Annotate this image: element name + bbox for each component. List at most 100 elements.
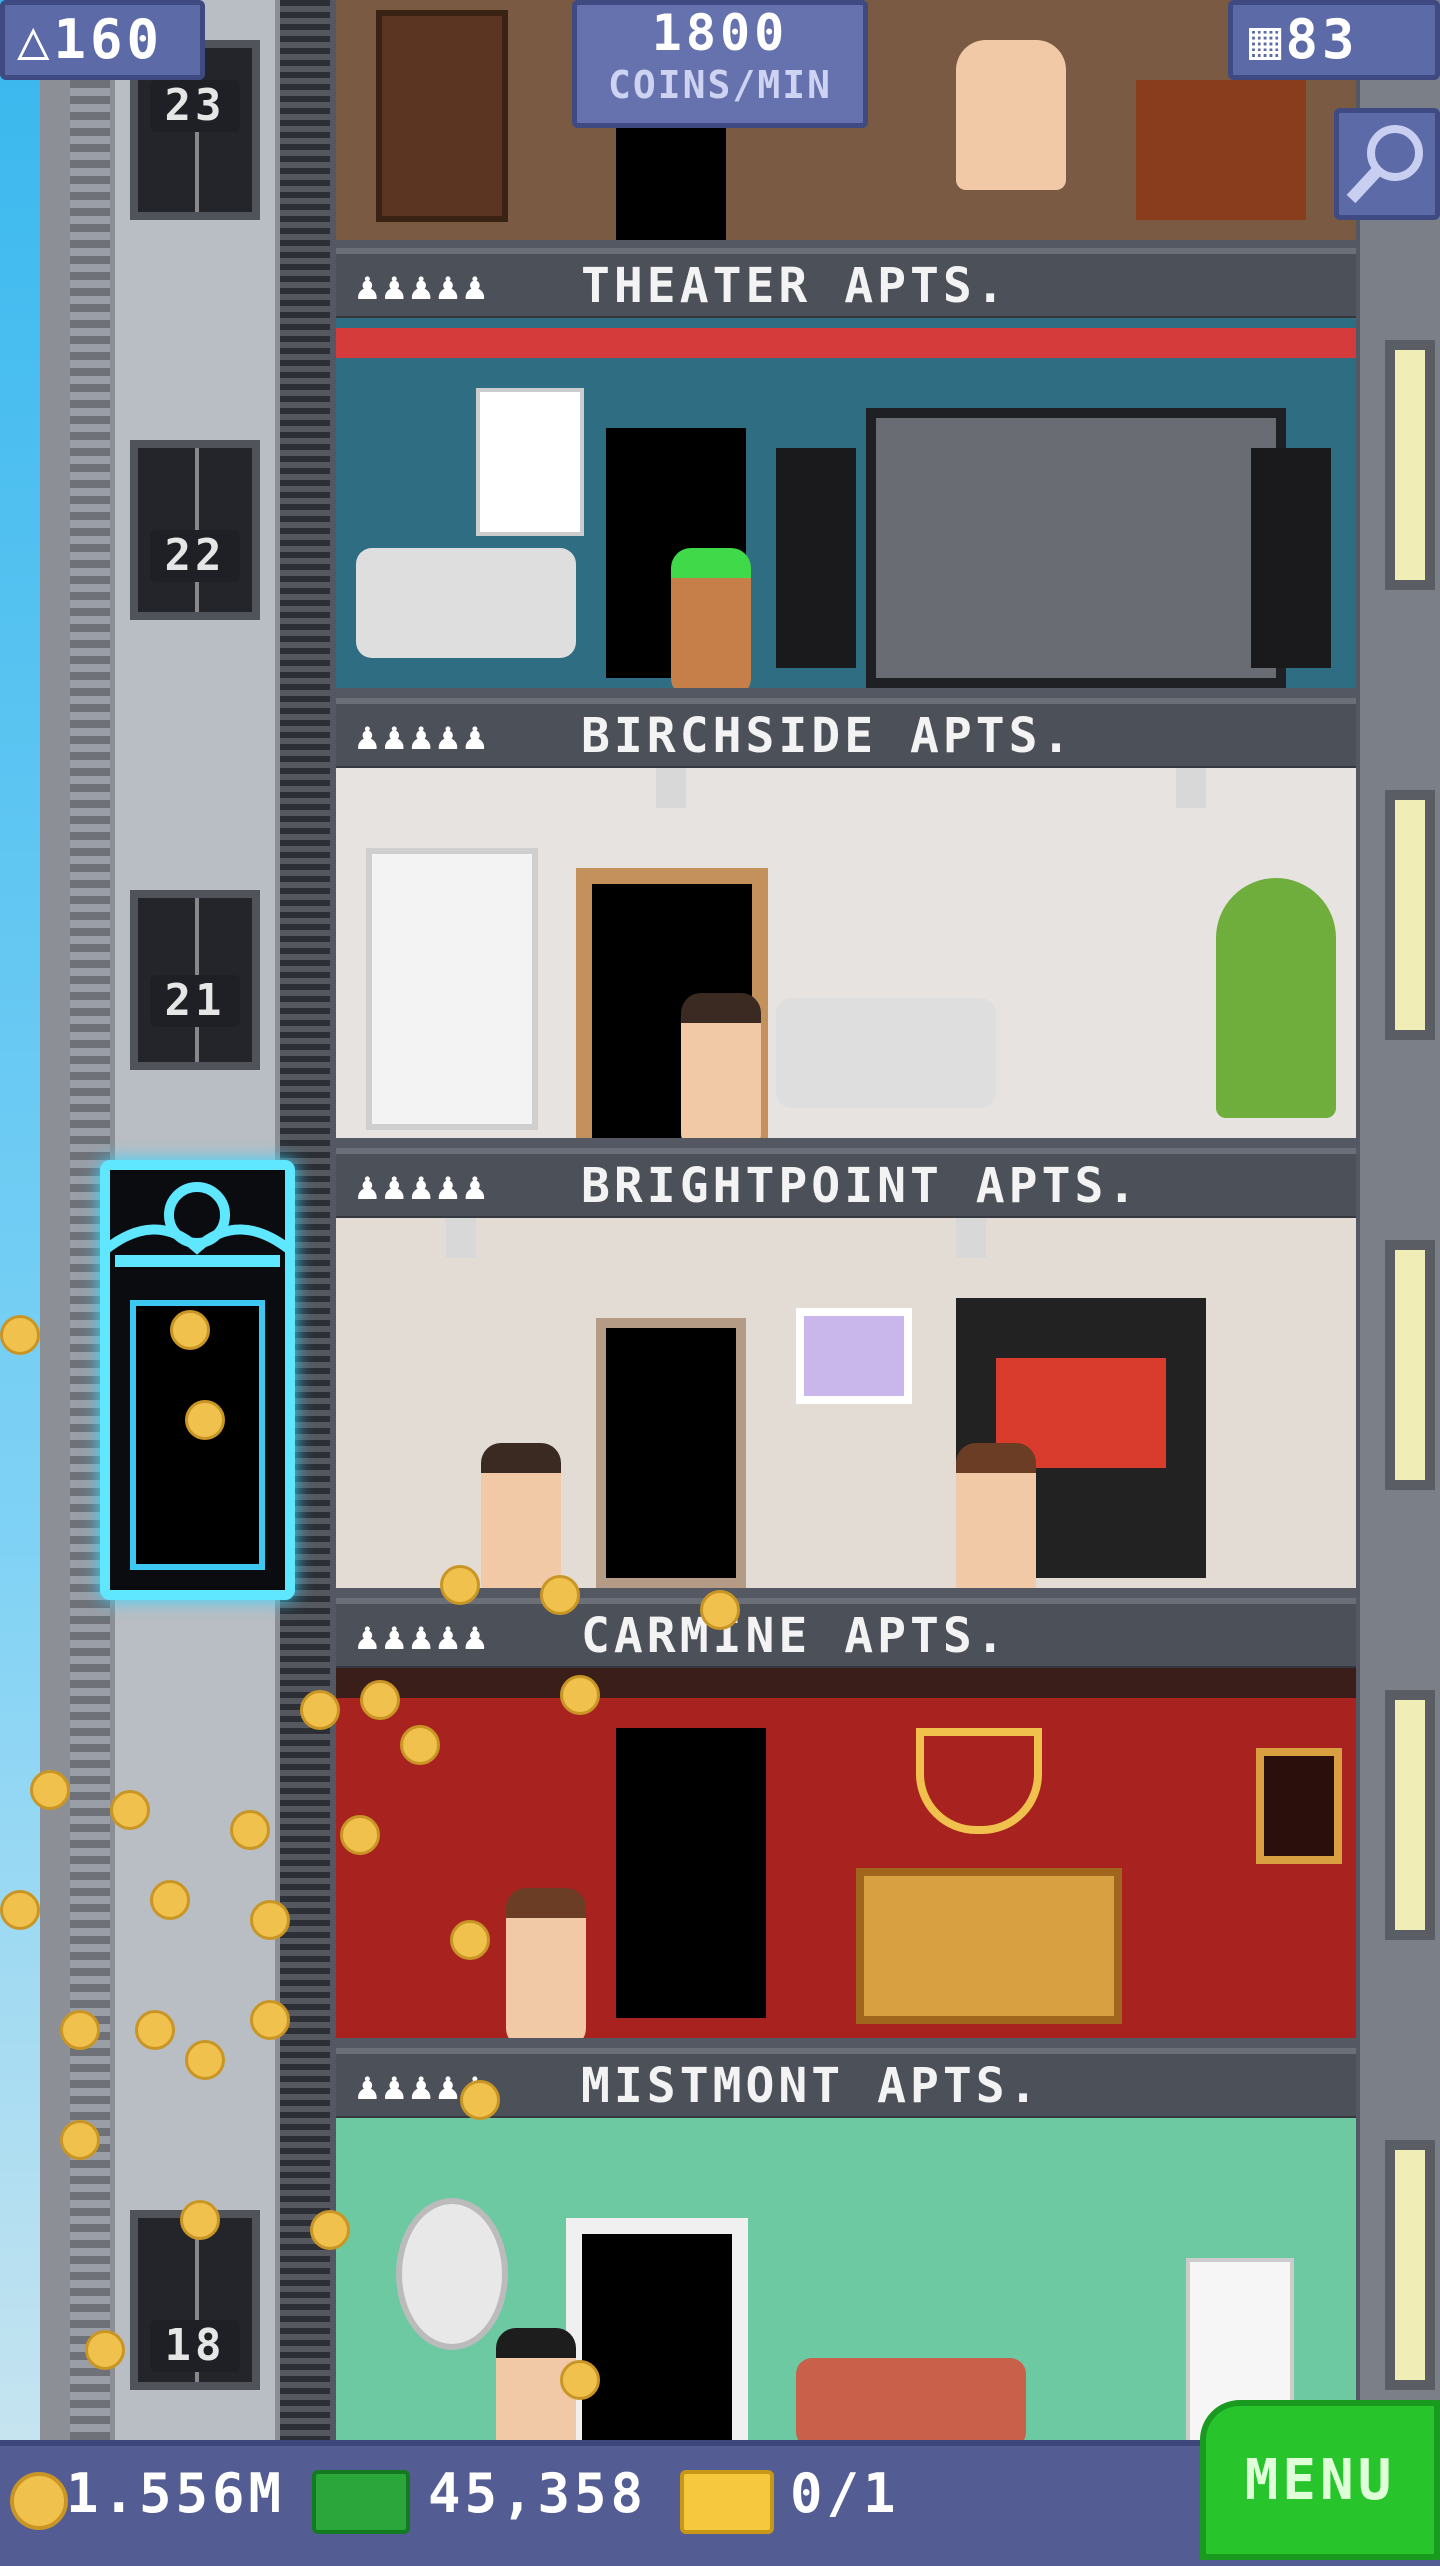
coin-icon	[0, 1315, 40, 1355]
coins-per-min-label: COINS/MIN	[608, 63, 832, 107]
ceiling-lamp	[446, 1218, 476, 1258]
floor-label[interactable]: ♟♟♟♟♟ CARMINE APTS.	[336, 1598, 1356, 1670]
coin-icon	[60, 2120, 100, 2160]
resident-slots: ♟♟♟♟♟	[356, 1614, 491, 1658]
bux-balance[interactable]: 45,358	[428, 2462, 647, 2525]
coin-icon	[0, 1890, 40, 1930]
coin-icon	[360, 1680, 400, 1720]
floor-name: BRIGHTPOINT APTS.	[581, 1158, 1141, 1214]
chandelier	[916, 1728, 1042, 1834]
poster	[476, 388, 584, 536]
floor-name: BIRCHSIDE APTS.	[581, 708, 1075, 764]
coins-per-min-panel[interactable]: 1800 COINS/MIN	[572, 0, 868, 128]
coin-icon	[185, 1400, 225, 1440]
golden-ticket-icon	[680, 2470, 774, 2534]
resident[interactable]	[956, 1443, 1036, 1588]
floor-number: 22	[150, 530, 240, 582]
coin-icon	[560, 2360, 600, 2400]
coin-icon	[450, 1920, 490, 1960]
ceiling-beam	[336, 328, 1356, 358]
elevator-crown-icon	[101, 1182, 294, 1267]
coin-icon	[180, 2200, 220, 2240]
room-door	[566, 2218, 748, 2440]
floor-number: 18	[150, 2320, 240, 2372]
bookshelf	[376, 10, 508, 222]
floor-number: 23	[150, 80, 240, 132]
resident[interactable]	[956, 40, 1066, 190]
floor-name: THEATER APTS.	[581, 258, 1009, 314]
floor-room[interactable]	[336, 1218, 1356, 1588]
building-icon: ▦	[1249, 8, 1286, 71]
floor-label[interactable]: ♟♟♟♟♟ THEATER APTS.	[336, 248, 1356, 320]
floor-name: MISTMONT APTS.	[581, 2058, 1042, 2114]
coin-icon	[340, 1815, 380, 1855]
sofa	[776, 998, 996, 1108]
room-door	[616, 120, 726, 240]
room-door	[616, 1728, 766, 2018]
mirror	[396, 2198, 508, 2350]
painting	[1256, 1748, 1342, 1864]
speaker	[776, 448, 856, 668]
floor-room[interactable]	[336, 1668, 1356, 2038]
sky	[0, 0, 40, 2560]
coin-icon	[250, 1900, 290, 1940]
coin-icon	[150, 1880, 190, 1920]
bed	[856, 1868, 1122, 2024]
search-button[interactable]	[1334, 108, 1440, 220]
floor-label[interactable]: ♟♟♟♟♟ BRIGHTPOINT APTS.	[336, 1148, 1356, 1220]
floor-room[interactable]	[336, 2118, 1356, 2440]
coin-icon	[700, 1590, 740, 1630]
sofa	[796, 2358, 1026, 2440]
window	[1385, 1240, 1435, 1490]
tv-screen	[866, 408, 1286, 688]
floor-number: 21	[150, 975, 240, 1027]
vip-counter[interactable]: 0/1	[790, 2462, 900, 2525]
coin-icon	[300, 1690, 340, 1730]
sofa	[356, 548, 576, 658]
bux-icon	[312, 2470, 410, 2534]
resident[interactable]	[671, 548, 751, 688]
painting	[796, 1308, 912, 1404]
coin-icon	[10, 2472, 68, 2530]
floor-counter[interactable]: ▦83	[1228, 0, 1440, 80]
population-icon: △	[17, 8, 54, 71]
fireplace	[1136, 80, 1306, 220]
speaker	[1251, 448, 1331, 668]
coin-icon	[60, 2010, 100, 2050]
resident[interactable]	[481, 1443, 561, 1588]
resident[interactable]	[681, 993, 761, 1138]
coin-icon	[310, 2210, 350, 2250]
coin-icon	[170, 1310, 210, 1350]
floor-room[interactable]	[336, 768, 1356, 1138]
coin-icon	[400, 1725, 440, 1765]
resident-slots: ♟♟♟♟♟	[356, 1164, 491, 1208]
magnifier-icon	[1346, 125, 1423, 204]
resident-slots: ♟♟♟♟♟	[356, 264, 491, 308]
floor-count-value: 83	[1285, 8, 1359, 71]
coin-icon	[185, 2040, 225, 2080]
coin-icon	[560, 1675, 600, 1715]
coin-icon	[540, 1575, 580, 1615]
window	[1385, 2140, 1435, 2390]
window	[1385, 1690, 1435, 1940]
coin-icon	[110, 1790, 150, 1830]
coin-icon	[30, 1770, 70, 1810]
coin-icon	[85, 2330, 125, 2370]
coins-balance[interactable]: 1.556M	[66, 2462, 285, 2525]
potted-plant	[1216, 878, 1336, 1118]
resident-slots: ♟♟♟♟♟	[356, 714, 491, 758]
resident[interactable]	[506, 1888, 586, 2038]
coin-icon	[440, 1565, 480, 1605]
floor-label[interactable]: ♟♟♟♟♟ BIRCHSIDE APTS.	[336, 698, 1356, 770]
floor-room[interactable]	[336, 318, 1356, 688]
population-counter[interactable]: △160	[0, 0, 205, 80]
menu-button[interactable]: MENU	[1200, 2400, 1440, 2560]
floor-name: CARMINE APTS.	[581, 1608, 1009, 1664]
coin-icon	[230, 1810, 270, 1850]
ceiling-lamp	[1176, 768, 1206, 808]
coin-icon	[460, 2080, 500, 2120]
ceiling-beam	[336, 1668, 1356, 1698]
coin-icon	[250, 2000, 290, 2040]
ceiling-lamp	[956, 1218, 986, 1258]
window	[1385, 340, 1435, 590]
